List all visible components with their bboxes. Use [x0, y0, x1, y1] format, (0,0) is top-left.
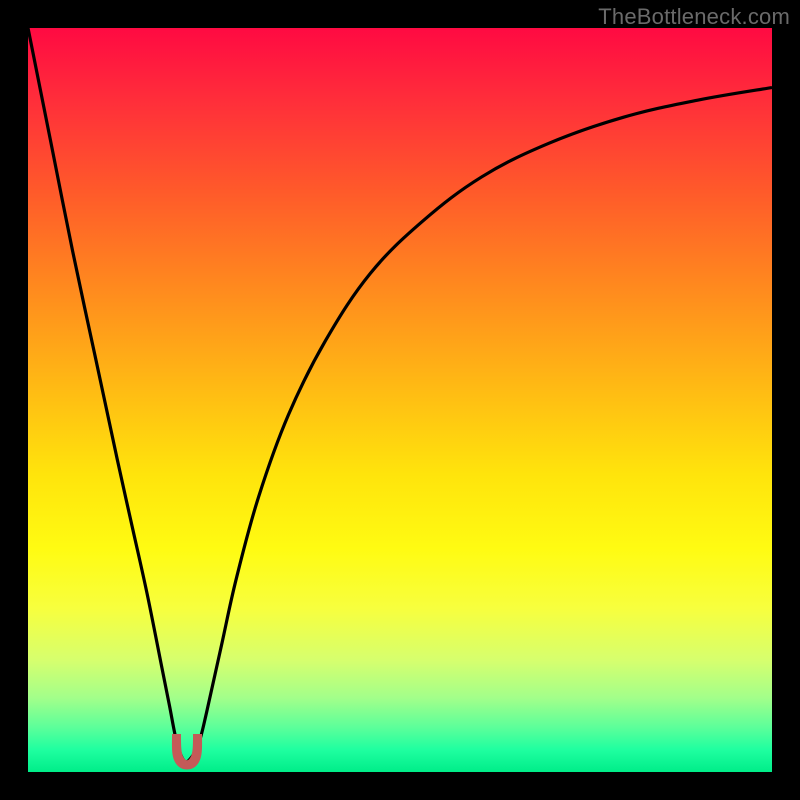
- plot-area: [28, 28, 772, 772]
- curve-path: [28, 28, 772, 762]
- outer-frame: TheBottleneck.com: [0, 0, 800, 800]
- watermark-text: TheBottleneck.com: [598, 4, 790, 30]
- bottleneck-curve: [28, 28, 772, 772]
- minimum-marker: [165, 734, 209, 772]
- u-shape-icon: [172, 734, 202, 770]
